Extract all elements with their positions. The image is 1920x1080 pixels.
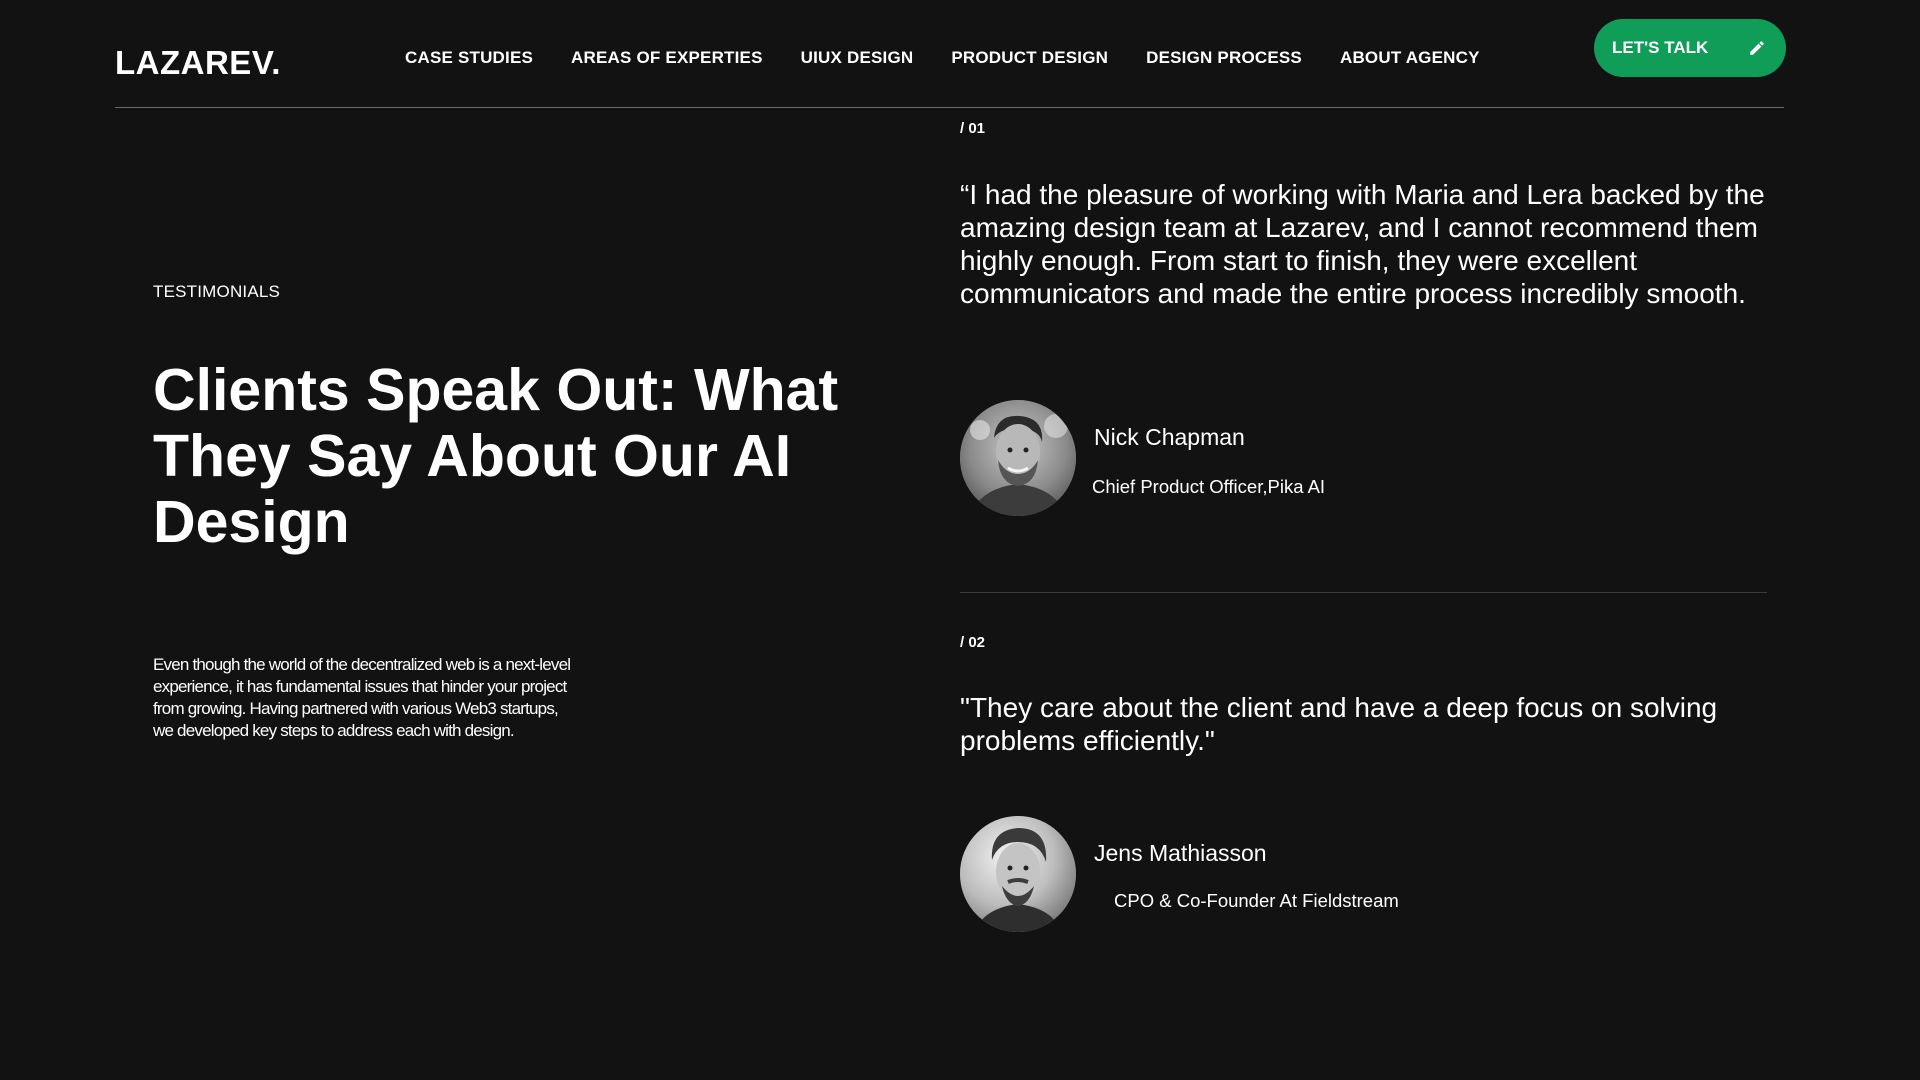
nav-item-uiux-design[interactable]: UIUX DESIGN: [801, 48, 914, 68]
section-headline: Clients Speak Out: What They Say About O…: [153, 357, 839, 555]
header-divider: [115, 107, 1784, 108]
avatar: [960, 400, 1076, 516]
nav-item-case-studies[interactable]: CASE STUDIES: [405, 48, 533, 68]
testimonial-number: / 02: [960, 634, 986, 651]
nav-item-areas-of-experties[interactable]: AREAS OF EXPERTIES: [571, 48, 763, 68]
testimonial-quote: "They care about the client and have a d…: [960, 692, 1718, 756]
lets-talk-label: LET'S TALK: [1612, 38, 1709, 57]
nav-item-about-agency[interactable]: ABOUT AGENCY: [1340, 48, 1480, 68]
nav-item-product-design[interactable]: PRODUCT DESIGN: [951, 48, 1108, 68]
person-role: CPO & Co-Founder At Fieldstream: [1114, 890, 1399, 911]
nav-item-design-process[interactable]: DESIGN PROCESS: [1146, 48, 1302, 68]
testimonial-quote: “I had the pleasure of working with Mari…: [960, 179, 1765, 309]
main-nav: CASE STUDIES AREAS OF EXPERTIES UIUX DES…: [405, 48, 1480, 68]
section-eyebrow: TESTIMONIALS: [153, 282, 281, 301]
logo-link[interactable]: LAZAREV.: [115, 44, 281, 82]
section-description: Even though the world of the decentraliz…: [153, 655, 571, 740]
person-name: Nick Chapman: [1094, 424, 1245, 450]
lets-talk-button[interactable]: LET'S TALK: [1594, 19, 1786, 77]
person-name: Jens Mathiasson: [1094, 840, 1267, 866]
page: LAZAREV. CASE STUDIES AREAS OF EXPERTIES…: [0, 0, 1920, 1080]
testimonial-number: / 01: [960, 120, 986, 137]
avatar: [960, 816, 1076, 932]
person-role: Chief Product Officer,Pika AI: [1092, 476, 1326, 497]
testimonial-divider: [960, 592, 1767, 593]
pencil-icon: [1746, 37, 1768, 59]
